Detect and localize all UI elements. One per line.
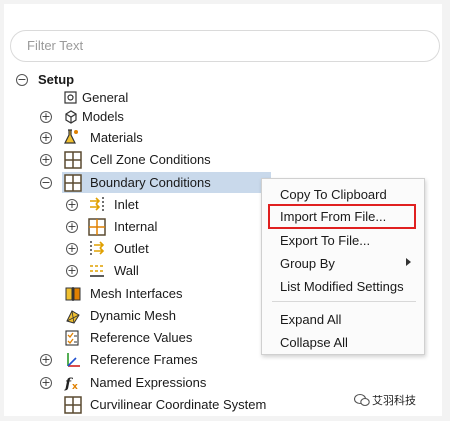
expand-icon[interactable]: + <box>66 243 78 255</box>
internal-grid-icon <box>88 218 106 236</box>
models-label: Models <box>82 109 124 124</box>
expand-icon[interactable]: + <box>40 154 52 166</box>
expand-icon[interactable]: + <box>40 132 52 144</box>
expand-icon[interactable]: + <box>40 377 52 389</box>
grid-icon <box>64 396 82 414</box>
expand-icon[interactable]: + <box>40 111 52 123</box>
menu-separator <box>272 301 416 302</box>
reference-frames-axes-icon <box>67 353 80 367</box>
mesh-interfaces-label: Mesh Interfaces <box>90 286 183 301</box>
internal-label: Internal <box>114 219 158 234</box>
reference-frames-label: Reference Frames <box>90 352 198 367</box>
materials-label: Materials <box>90 130 143 145</box>
dynamic-mesh-label: Dynamic Mesh <box>90 308 176 323</box>
fx-icon: f x <box>64 376 78 392</box>
reference-values-icon <box>65 330 79 346</box>
svg-text:x: x <box>72 382 78 392</box>
menu-item-copy-to-clipboard[interactable]: Copy To Clipboard <box>280 185 387 205</box>
curvilinear-label: Curvilinear Coordinate System <box>90 397 267 412</box>
cell-zone-conditions-label: Cell Zone Conditions <box>90 152 211 167</box>
wall-icon <box>90 265 104 277</box>
collapse-icon[interactable]: − <box>16 74 28 86</box>
submenu-arrow-icon <box>406 258 411 266</box>
boundary-conditions-label: Boundary Conditions <box>90 175 211 190</box>
materials-flask-icon <box>64 129 78 144</box>
inlet-label: Inlet <box>114 197 139 212</box>
grid-icon <box>64 151 82 169</box>
expand-icon[interactable]: + <box>66 221 78 233</box>
menu-item-collapse-all[interactable]: Collapse All <box>280 333 348 353</box>
collapse-icon[interactable]: − <box>40 177 52 189</box>
expand-icon[interactable]: + <box>40 354 52 366</box>
dynamic-mesh-icon <box>66 310 80 324</box>
menu-item-expand-all[interactable]: Expand All <box>280 310 341 330</box>
expand-icon[interactable]: + <box>66 265 78 277</box>
grid-icon <box>64 174 82 192</box>
filter-placeholder: Filter Text <box>27 38 84 53</box>
setup-label: Setup <box>38 72 75 87</box>
inlet-icon <box>90 197 104 213</box>
general-label: General <box>82 90 129 105</box>
menu-item-export-to-file[interactable]: Export To File... <box>280 231 370 251</box>
menu-item-import-from-file[interactable]: Import From File... <box>280 207 386 227</box>
reference-values-label: Reference Values <box>90 330 193 345</box>
menu-item-group-by[interactable]: Group By <box>280 254 335 274</box>
wall-label: Wall <box>114 263 139 278</box>
menu-item-list-modified-settings[interactable]: List Modified Settings <box>280 277 404 297</box>
general-icon <box>64 91 77 104</box>
mesh-interfaces-icon <box>65 287 81 301</box>
expand-icon[interactable]: + <box>66 199 78 211</box>
named-expressions-label: Named Expressions <box>90 375 207 390</box>
watermark: 艾羽科技 <box>354 393 416 409</box>
outlet-icon <box>90 241 105 257</box>
filter-text-input[interactable]: Filter Text <box>10 30 440 62</box>
context-menu: Copy To Clipboard Import From File... Ex… <box>261 178 425 355</box>
watermark-text: 艾羽科技 <box>372 395 416 407</box>
outlet-label: Outlet <box>114 241 149 256</box>
models-icon <box>65 110 77 124</box>
wechat-icon <box>354 393 370 407</box>
